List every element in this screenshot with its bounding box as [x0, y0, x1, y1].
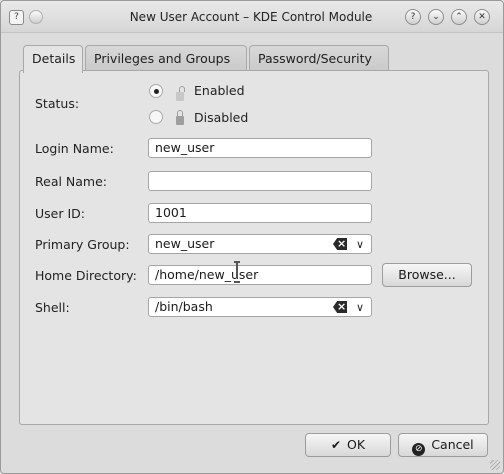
title-bar[interactable]: ? New User Account – KDE Control Module …	[1, 1, 503, 33]
ok-button[interactable]: ✔ OK	[305, 433, 391, 457]
text-cursor-icon	[234, 261, 240, 283]
checkmark-icon: ✔	[330, 438, 341, 452]
chevron-down-icon[interactable]: ∨	[356, 299, 364, 316]
real-name-label: Real Name:	[35, 174, 108, 189]
login-name-input[interactable]: new_user	[148, 138, 372, 158]
shell-label: Shell:	[35, 300, 70, 315]
shell-value: /bin/bash	[155, 299, 213, 314]
status-label: Status:	[35, 96, 80, 111]
unlocked-icon	[176, 86, 185, 101]
disabled-radio[interactable]	[149, 110, 163, 124]
user-id-label: User ID:	[35, 206, 85, 221]
real-name-input[interactable]	[148, 171, 372, 191]
login-name-label: Login Name:	[35, 141, 114, 156]
ok-label: OK	[347, 437, 366, 452]
enabled-label[interactable]: Enabled	[194, 83, 245, 98]
tab-details[interactable]: Details	[23, 45, 83, 73]
close-icon[interactable]: ✕	[474, 9, 490, 25]
chevron-down-icon[interactable]: ∨	[356, 236, 364, 253]
help-icon[interactable]: ?	[405, 9, 421, 25]
locked-icon	[176, 110, 184, 125]
window-title: New User Account – KDE Control Module	[129, 10, 373, 24]
browse-button[interactable]: Browse...	[382, 263, 472, 287]
clear-text-icon[interactable]	[333, 301, 347, 313]
primary-group-combo[interactable]: new_user ∨	[148, 234, 372, 254]
cancel-button[interactable]: ⊘ Cancel	[398, 433, 488, 457]
maximize-icon[interactable]: ⌃	[451, 9, 467, 25]
help-page-icon[interactable]: ?	[9, 10, 24, 25]
cancel-icon: ⊘	[412, 443, 426, 456]
home-directory-input[interactable]: /home/new_user	[148, 265, 372, 285]
clear-text-icon[interactable]	[333, 238, 347, 250]
minimize-icon[interactable]: ⌄	[428, 9, 444, 25]
user-id-input[interactable]: 1001	[148, 203, 372, 223]
enabled-radio[interactable]	[149, 84, 163, 98]
disabled-label[interactable]: Disabled	[194, 110, 248, 125]
resize-grip[interactable]	[490, 460, 500, 470]
primary-group-label: Primary Group:	[35, 237, 130, 252]
home-directory-label: Home Directory:	[35, 268, 137, 283]
tab-privileges-and-groups[interactable]: Privileges and Groups	[85, 45, 247, 72]
shell-combo[interactable]: /bin/bash ∨	[148, 297, 372, 317]
primary-group-value: new_user	[155, 236, 215, 251]
cancel-label: Cancel	[431, 437, 474, 452]
dialog-window: ? New User Account – KDE Control Module …	[0, 0, 504, 474]
tab-password-security[interactable]: Password/Security	[249, 45, 389, 72]
sticky-icon[interactable]	[29, 10, 43, 24]
